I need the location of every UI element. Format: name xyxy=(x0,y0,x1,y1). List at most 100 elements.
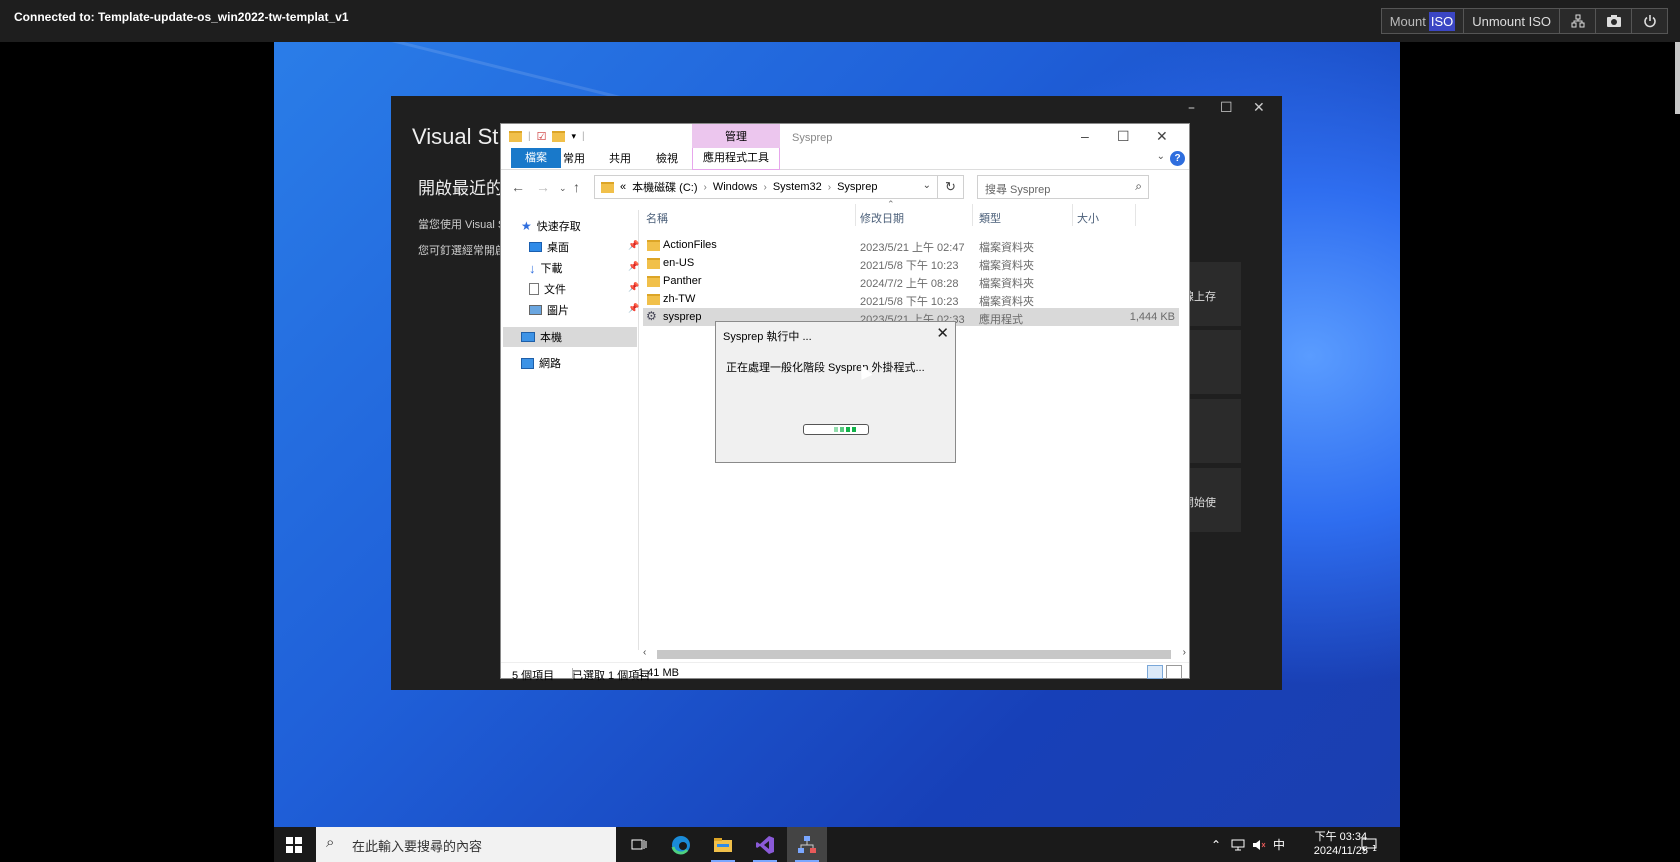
chevron-right-icon[interactable]: › xyxy=(704,182,707,193)
address-overflow[interactable]: « xyxy=(620,181,626,193)
close-icon[interactable]: ✕ xyxy=(1253,100,1265,116)
maximize-icon[interactable]: ☐ xyxy=(1117,128,1130,145)
nav-pictures[interactable]: 圖片 xyxy=(529,302,569,318)
column-separator[interactable] xyxy=(855,204,856,226)
help-icon[interactable]: ? xyxy=(1170,151,1185,166)
tab-home[interactable]: 常用 xyxy=(563,150,585,166)
unmount-iso-button[interactable]: Unmount ISO xyxy=(1464,8,1560,34)
ime-indicator[interactable]: 中 xyxy=(1273,827,1285,862)
tab-file[interactable]: 檔案 xyxy=(511,148,561,168)
breadcrumb-item[interactable]: System32 xyxy=(773,181,822,193)
horizontal-scrollbar[interactable]: ‹ › xyxy=(641,647,1189,661)
properties-icon[interactable]: ☑ xyxy=(537,130,547,143)
vs-card-open-project[interactable] xyxy=(1181,330,1241,394)
download-icon: ↓ xyxy=(529,260,536,276)
nav-downloads[interactable]: ↓ 下載 xyxy=(529,260,563,276)
pin-icon[interactable]: 📌 xyxy=(628,261,639,272)
pin-icon[interactable]: 📌 xyxy=(628,282,639,293)
chevron-right-icon[interactable]: › xyxy=(763,182,766,193)
search-icon[interactable]: ⌕ xyxy=(1135,179,1142,194)
visual-studio-icon[interactable] xyxy=(745,827,785,862)
column-separator[interactable] xyxy=(1072,204,1073,226)
table-row[interactable]: zh-TW 2021/5/8 下午 10:23 檔案資料夾 xyxy=(643,290,1179,308)
edge-browser-icon[interactable] xyxy=(661,827,701,862)
table-row[interactable]: Panther 2024/7/2 上午 08:28 檔案資料夾 xyxy=(643,272,1179,290)
document-icon xyxy=(529,283,539,295)
pin-icon[interactable]: 📌 xyxy=(628,240,639,251)
mount-iso-button[interactable]: Mount ISO xyxy=(1380,8,1465,34)
nav-network[interactable]: 網路 xyxy=(521,355,561,371)
file-explorer-icon[interactable] xyxy=(703,827,743,862)
scroll-right-icon[interactable]: › xyxy=(1183,647,1186,658)
nav-label: 桌面 xyxy=(547,242,569,254)
details-view-icon[interactable] xyxy=(1147,665,1163,679)
tab-view[interactable]: 檢視 xyxy=(656,150,678,166)
vs-card-open-folder[interactable] xyxy=(1181,399,1241,463)
up-arrow-icon[interactable]: ↑ xyxy=(573,179,580,195)
quick-access-toolbar: | ☑ ▾ | xyxy=(509,130,585,143)
pictures-icon xyxy=(529,305,542,315)
taskbar-search-input[interactable]: ⌕ 在此輸入要搜尋的內容 xyxy=(316,827,616,862)
refresh-icon[interactable]: ↻ xyxy=(937,176,963,198)
power-icon[interactable] xyxy=(1632,8,1668,34)
forward-arrow-icon[interactable]: → xyxy=(536,179,550,195)
maximize-icon[interactable]: ☐ xyxy=(1220,100,1233,116)
notification-icon[interactable]: 1 xyxy=(1361,827,1377,862)
start-button[interactable] xyxy=(274,827,314,862)
tab-manage[interactable]: 管理 xyxy=(692,124,780,148)
minimize-icon[interactable]: – xyxy=(1081,128,1089,144)
nav-label: 快速存取 xyxy=(536,221,581,233)
chevron-right-icon[interactable]: › xyxy=(828,182,831,193)
network-status-icon[interactable] xyxy=(1231,827,1245,862)
volume-muted-icon[interactable] xyxy=(1252,827,1266,862)
nav-documents[interactable]: 文件 xyxy=(529,281,566,297)
back-arrow-icon[interactable]: ← xyxy=(511,179,525,195)
column-header-size[interactable]: 大小 xyxy=(1077,210,1099,226)
file-type: 應用程式 xyxy=(979,314,1023,326)
tab-share[interactable]: 共用 xyxy=(609,150,631,166)
scroll-left-icon[interactable]: ‹ xyxy=(643,647,646,658)
system-clock[interactable]: 下午 03:34 2024/11/25 xyxy=(1314,830,1368,858)
vs-card-clone[interactable]: 線上存 xyxy=(1181,262,1241,326)
breadcrumb-item[interactable]: Sysprep xyxy=(837,181,877,193)
qat-dropdown-icon[interactable]: ▾ xyxy=(571,131,576,142)
scrollbar-thumb[interactable] xyxy=(657,650,1171,659)
application-icon: ⚙ xyxy=(646,309,657,323)
task-view-icon[interactable] xyxy=(619,827,659,862)
nav-desktop[interactable]: 桌面 xyxy=(529,239,569,255)
item-count: 5 個項目 xyxy=(512,670,555,682)
close-icon[interactable]: ✕ xyxy=(1156,128,1168,145)
network-app-icon[interactable] xyxy=(787,827,827,862)
network-icon[interactable] xyxy=(1560,8,1596,34)
tab-application-tools[interactable]: 應用程式工具 xyxy=(692,148,780,170)
nav-quick-access[interactable]: ★ 快速存取 xyxy=(521,218,581,234)
table-row[interactable]: en-US 2021/5/8 下午 10:23 檔案資料夾 xyxy=(643,254,1179,272)
table-row[interactable]: ActionFiles 2023/5/21 上午 02:47 檔案資料夾 xyxy=(643,236,1179,254)
vs-card-new-project[interactable]: 開始使 xyxy=(1181,468,1241,532)
close-icon[interactable]: ✕ xyxy=(936,324,949,342)
breadcrumb-item[interactable]: 本機磁碟 (C:) xyxy=(632,179,697,195)
pin-icon[interactable]: 📌 xyxy=(628,303,639,314)
address-dropdown-icon[interactable]: ⌄ xyxy=(923,180,931,191)
recent-dropdown-icon[interactable]: ⌄ xyxy=(559,183,567,194)
progress-block xyxy=(834,427,838,432)
new-folder-icon[interactable] xyxy=(552,131,566,142)
tray-overflow-icon[interactable]: ⌃ xyxy=(1211,827,1221,862)
column-header-name[interactable]: 名稱 xyxy=(646,210,668,226)
column-header-date[interactable]: 修改日期 xyxy=(860,210,904,226)
minimize-icon[interactable]: – xyxy=(1188,100,1195,116)
vs-text-line: 當您使用 Visual S xyxy=(418,219,506,231)
nav-this-pc[interactable]: 本機 xyxy=(503,327,637,347)
nav-label: 圖片 xyxy=(547,305,569,317)
page-scrollbar[interactable] xyxy=(1675,42,1680,114)
search-input[interactable]: 搜尋 Sysprep ⌕ xyxy=(977,175,1149,199)
column-separator[interactable] xyxy=(972,204,973,226)
large-icons-view-icon[interactable] xyxy=(1166,665,1182,679)
address-bar[interactable]: « 本機磁碟 (C:) › Windows › System32 › Syspr… xyxy=(594,175,964,199)
chevron-down-icon[interactable]: ⌄ xyxy=(1157,151,1165,162)
column-header-type[interactable]: 類型 xyxy=(979,210,1001,226)
camera-icon[interactable] xyxy=(1596,8,1632,34)
nav-label: 下載 xyxy=(540,263,563,275)
breadcrumb-item[interactable]: Windows xyxy=(713,181,758,193)
column-separator[interactable] xyxy=(1135,204,1136,226)
